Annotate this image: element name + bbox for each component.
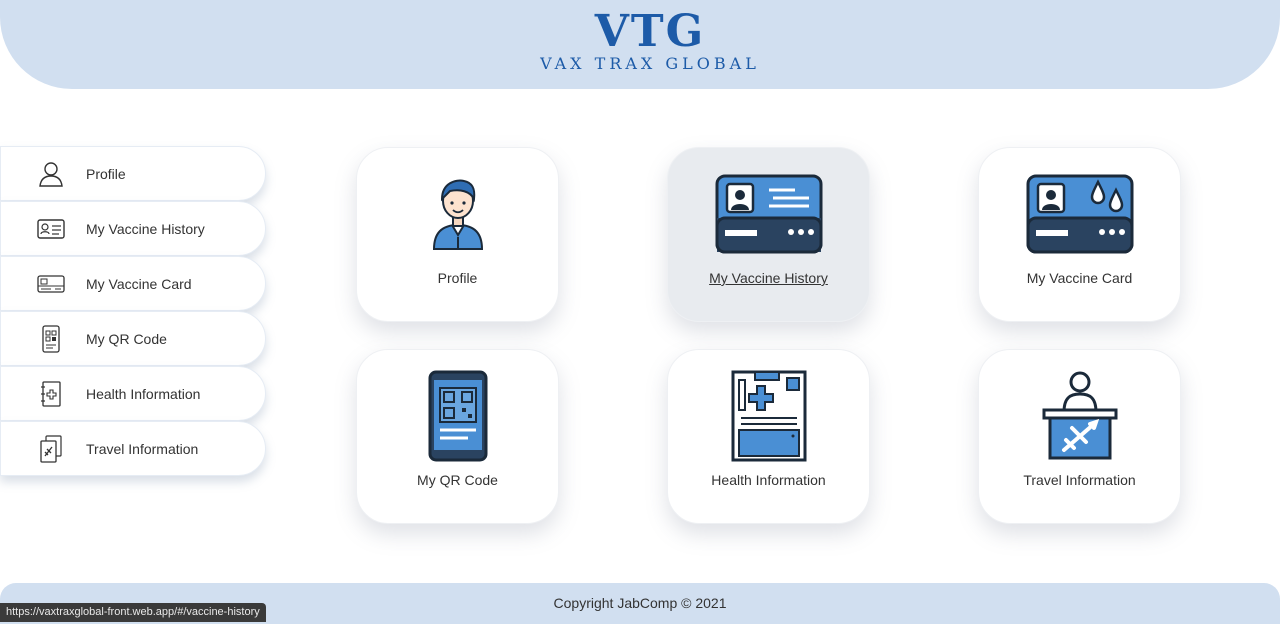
card-label: My Vaccine History xyxy=(709,270,828,286)
sidebar-item-label: Health Information xyxy=(86,385,201,402)
travel-desk-plane-icon xyxy=(1025,370,1135,462)
qr-code-phone-icon xyxy=(403,370,513,462)
health-record-icon xyxy=(714,370,824,462)
card-label: Travel Information xyxy=(1023,472,1136,488)
card-icon xyxy=(34,270,68,298)
card-vaccine-history[interactable]: My Vaccine History xyxy=(667,147,870,322)
card-label: Profile xyxy=(437,270,478,286)
card-label: My Vaccine Card xyxy=(1026,270,1133,286)
sidebar-item-label: Profile xyxy=(86,165,126,182)
sidebar-item-health-information[interactable]: Health Information xyxy=(0,366,266,421)
sidebar-item-label: My QR Code xyxy=(86,330,167,347)
sidebar-item-qr-code[interactable]: My QR Code xyxy=(0,311,266,366)
logo-subtitle: VAX TRAX GLOBAL xyxy=(540,54,760,73)
sidebar-item-travel-information[interactable]: Travel Information xyxy=(0,421,266,476)
sidebar-item-label: My Vaccine History xyxy=(86,220,205,237)
card-qr-code[interactable]: My QR Code xyxy=(356,349,559,524)
sidebar-item-label: My Vaccine Card xyxy=(86,275,192,292)
card-vaccine-card[interactable]: My Vaccine Card xyxy=(978,147,1181,322)
card-travel-information[interactable]: Travel Information xyxy=(978,349,1181,524)
medical-notebook-icon xyxy=(34,380,68,408)
sidebar-item-label: Travel Information xyxy=(86,440,199,457)
sidebar-item-vaccine-card[interactable]: My Vaccine Card xyxy=(0,256,266,311)
user-outline-icon xyxy=(34,160,68,188)
travel-document-icon xyxy=(34,434,68,463)
profile-avatar-icon xyxy=(403,168,513,260)
header-band: VTG VAX TRAX GLOBAL xyxy=(0,0,1280,89)
vaccine-card-drops-icon xyxy=(1025,168,1135,260)
qr-phone-icon xyxy=(34,324,68,353)
status-bar-url: https://vaxtraxglobal-front.web.app/#/va… xyxy=(0,603,266,622)
sidebar: Profile My Vaccine History My Vaccine Ca… xyxy=(0,146,266,476)
id-card-icon xyxy=(34,215,68,243)
sidebar-item-profile[interactable]: Profile xyxy=(0,146,266,201)
logo-mark: VTG xyxy=(594,6,706,57)
card-health-information[interactable]: Health Information xyxy=(667,349,870,524)
sidebar-item-vaccine-history[interactable]: My Vaccine History xyxy=(0,201,266,256)
vaccine-history-card-icon xyxy=(714,168,824,260)
card-label: My QR Code xyxy=(417,472,498,488)
card-label: Health Information xyxy=(711,472,826,488)
card-profile[interactable]: Profile xyxy=(356,147,559,322)
vtg-logo[interactable]: VTG VAX TRAX GLOBAL xyxy=(520,6,780,76)
